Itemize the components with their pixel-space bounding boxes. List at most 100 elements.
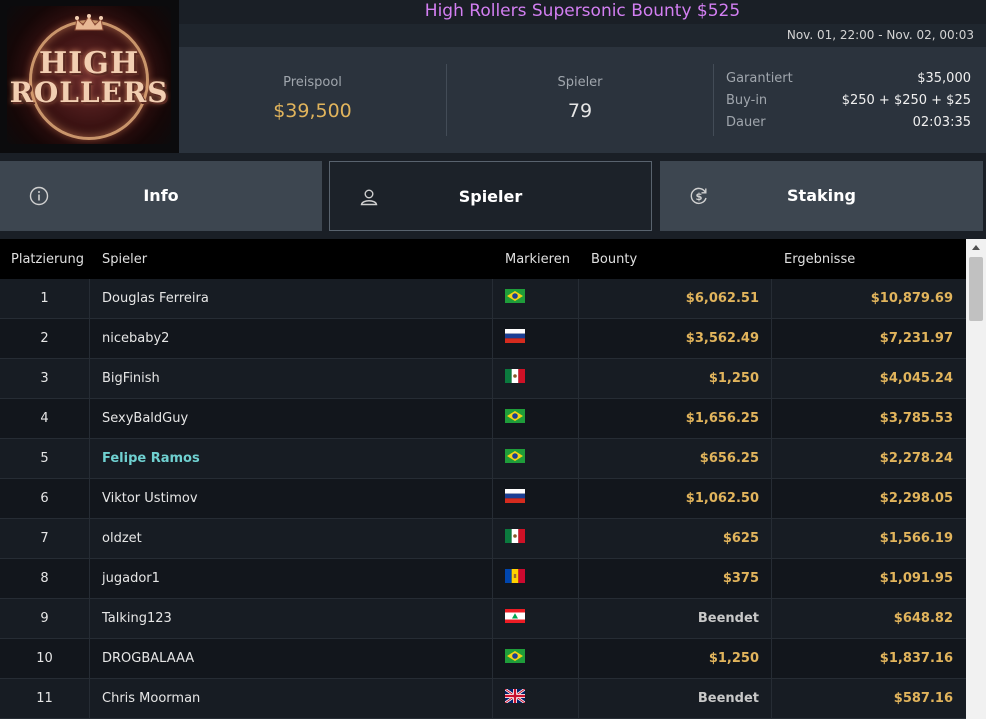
brazil-flag-icon xyxy=(505,409,525,423)
player-name-cell[interactable]: Felipe Ramos xyxy=(102,439,200,479)
stats-divider xyxy=(713,64,714,136)
player-name-cell[interactable]: Viktor Ustimov xyxy=(102,479,198,519)
tab-info-label: Info xyxy=(143,186,179,205)
prize-pool-stat: Preispool $39,500 xyxy=(179,47,446,153)
moldova-flag-icon xyxy=(505,569,525,583)
player-name-cell[interactable]: SexyBaldGuy xyxy=(102,399,188,439)
column-divider xyxy=(578,399,579,439)
tournament-dates: Nov. 01, 22:00 - Nov. 02, 00:03 xyxy=(786,28,974,42)
table-row[interactable]: 1 Douglas Ferreira $6,062.51 $10,879.69 xyxy=(0,279,966,319)
header-player[interactable]: Spieler xyxy=(102,252,147,267)
players-stat: Spieler 79 xyxy=(447,47,713,153)
tab-players[interactable]: Spieler xyxy=(329,161,652,231)
buyin-value: $250 + $250 + $25 xyxy=(841,93,971,108)
column-divider xyxy=(578,679,579,719)
results-table-header: Platzierung Spieler Markieren Bounty Erg… xyxy=(0,239,966,279)
column-divider xyxy=(89,559,90,599)
table-row[interactable]: 6 Viktor Ustimov $1,062.50 $2,298.05 xyxy=(0,479,966,519)
table-row[interactable]: 11 Chris Moorman Beendet $587.16 xyxy=(0,679,966,719)
table-row[interactable]: 7 oldzet $625 $1,566.19 xyxy=(0,519,966,559)
column-divider xyxy=(492,319,493,359)
player-name-cell[interactable]: DROGBALAAA xyxy=(102,639,194,679)
placement-cell: 3 xyxy=(40,371,49,386)
bounty-cell: $3,562.49 xyxy=(685,331,759,346)
column-divider xyxy=(578,599,579,639)
column-divider xyxy=(492,359,493,399)
duration-label: Dauer xyxy=(726,115,766,130)
bounty-cell: $1,062.50 xyxy=(685,491,759,506)
header-placement[interactable]: Platzierung xyxy=(11,252,84,267)
placement-cell: 1 xyxy=(40,291,49,306)
tab-staking[interactable]: $ Staking xyxy=(660,161,983,231)
column-divider xyxy=(492,279,493,319)
prize-pool-label: Preispool xyxy=(283,75,342,90)
header-results[interactable]: Ergebnisse xyxy=(784,252,855,267)
table-row[interactable]: 8 jugador1 $375 $1,091.95 xyxy=(0,559,966,599)
column-divider xyxy=(578,479,579,519)
column-divider xyxy=(492,479,493,519)
column-divider xyxy=(771,479,772,519)
column-divider xyxy=(771,319,772,359)
tab-info[interactable]: Info xyxy=(0,161,322,231)
table-row[interactable]: 3 BigFinish $1,250 $4,045.24 xyxy=(0,359,966,399)
duration-value: 02:03:35 xyxy=(912,115,971,130)
result-cell: $2,298.05 xyxy=(879,491,953,506)
scrollbar[interactable] xyxy=(966,239,986,719)
column-divider xyxy=(771,639,772,679)
player-name-cell[interactable]: jugador1 xyxy=(102,559,160,599)
column-divider xyxy=(89,359,90,399)
bounty-cell: $1,250 xyxy=(708,371,759,386)
player-name-cell[interactable]: oldzet xyxy=(102,519,142,559)
bounty-cell: Beendet xyxy=(697,611,759,626)
column-divider xyxy=(771,559,772,599)
column-divider xyxy=(492,399,493,439)
column-divider xyxy=(578,359,579,399)
table-row[interactable]: 9 Talking123 Beendet $648.82 xyxy=(0,599,966,639)
table-row[interactable]: 4 SexyBaldGuy $1,656.25 $3,785.53 xyxy=(0,399,966,439)
column-divider xyxy=(771,519,772,559)
result-cell: $648.82 xyxy=(893,611,953,626)
column-divider xyxy=(771,399,772,439)
mexico-flag-icon xyxy=(505,369,525,383)
header-mark[interactable]: Markieren xyxy=(505,252,570,267)
placement-cell: 4 xyxy=(40,411,49,426)
player-name-cell[interactable]: Talking123 xyxy=(102,599,172,639)
uk-flag-icon xyxy=(505,689,525,703)
bounty-cell: $1,250 xyxy=(708,651,759,666)
column-divider xyxy=(492,519,493,559)
column-divider xyxy=(89,279,90,319)
bounty-cell: $625 xyxy=(722,531,759,546)
column-divider xyxy=(89,399,90,439)
player-name-cell[interactable]: nicebaby2 xyxy=(102,319,169,359)
players-label: Spieler xyxy=(557,75,603,90)
tournament-logo: HIGH ROLLERS xyxy=(0,0,179,153)
table-row[interactable]: 2 nicebaby2 $3,562.49 $7,231.97 xyxy=(0,319,966,359)
table-row[interactable]: 10 DROGBALAAA $1,250 $1,837.16 xyxy=(0,639,966,679)
player-name-cell[interactable]: BigFinish xyxy=(102,359,160,399)
column-divider xyxy=(578,279,579,319)
column-divider xyxy=(578,439,579,479)
placement-cell: 2 xyxy=(40,331,49,346)
column-divider xyxy=(492,679,493,719)
result-cell: $1,091.95 xyxy=(879,571,953,586)
column-divider xyxy=(771,439,772,479)
column-divider xyxy=(492,599,493,639)
header-bounty[interactable]: Bounty xyxy=(591,252,637,267)
date-bar: Nov. 01, 22:00 - Nov. 02, 00:03 xyxy=(179,24,986,47)
tab-players-label: Spieler xyxy=(458,187,523,206)
column-divider xyxy=(492,639,493,679)
column-divider xyxy=(771,359,772,399)
placement-cell: 9 xyxy=(40,611,49,626)
column-divider xyxy=(492,559,493,599)
column-divider xyxy=(578,319,579,359)
table-row[interactable]: 5 Felipe Ramos $656.25 $2,278.24 xyxy=(0,439,966,479)
scrollbar-thumb[interactable] xyxy=(969,257,983,321)
column-divider xyxy=(578,519,579,559)
player-name-cell[interactable]: Chris Moorman xyxy=(102,679,200,719)
scroll-up-arrow-icon[interactable] xyxy=(966,239,986,256)
column-divider xyxy=(89,639,90,679)
column-divider xyxy=(492,439,493,479)
buyin-label: Buy-in xyxy=(726,93,768,108)
column-divider xyxy=(89,679,90,719)
player-name-cell[interactable]: Douglas Ferreira xyxy=(102,279,209,319)
